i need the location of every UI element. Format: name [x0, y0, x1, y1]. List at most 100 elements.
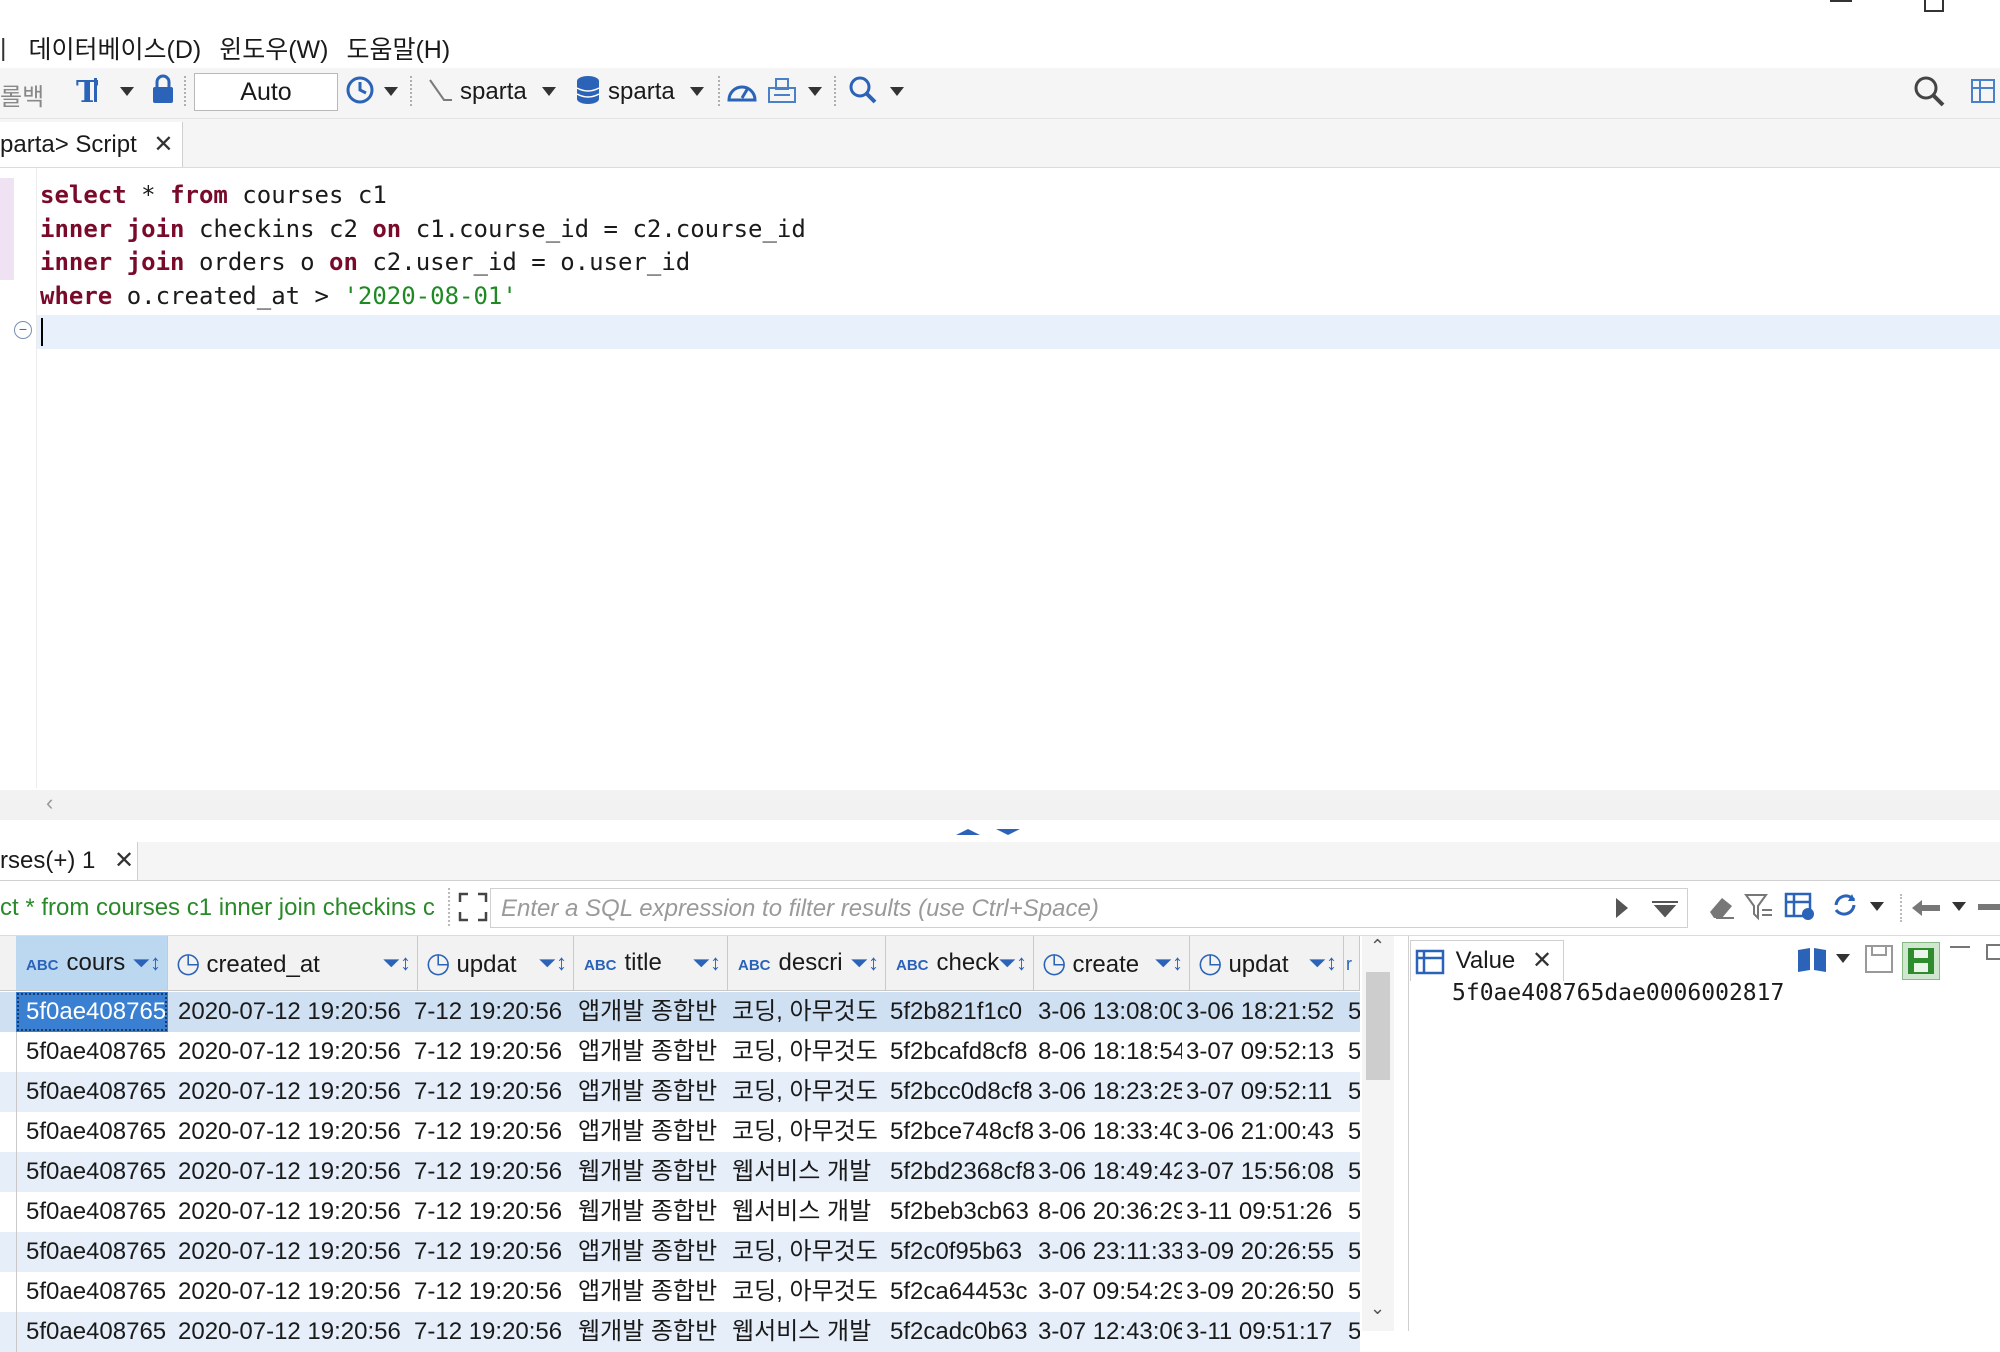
table-cell[interactable]: 5f0ae408765	[16, 992, 168, 1032]
table-row[interactable]: 5f0ae408765 2020-07-12 19:20:56 7-12 19:20…	[0, 1192, 1360, 1232]
table-cell[interactable]: 앱개발 종합반	[574, 1072, 728, 1112]
transaction-log-icon[interactable]	[766, 76, 798, 106]
filter-sort-icon[interactable]: ⏷↕	[538, 936, 567, 990]
table-cell[interactable]: 웹개발 종합반	[574, 1152, 728, 1192]
table-cell[interactable]: 7-12 19:20:56	[410, 1232, 574, 1272]
table-cell[interactable]: 코딩, 아무것도	[728, 1272, 886, 1312]
table-cell[interactable]: 7-12 19:20:56	[410, 992, 574, 1032]
table-cell[interactable]: 앱개발 종합반	[574, 1032, 728, 1072]
table-cell[interactable]: 5f0ae408765	[16, 1112, 168, 1152]
table-cell[interactable]: 7-12 19:20:56	[410, 1192, 574, 1232]
save-file-icon[interactable]	[1864, 944, 1894, 974]
table-cell[interactable]: 5	[1344, 1072, 1360, 1112]
eraser-icon[interactable]	[1706, 892, 1736, 922]
table-cell[interactable]: 3-06 18:21:52	[1182, 992, 1344, 1032]
table-cell[interactable]: 2020-07-12 19:20:56	[168, 992, 410, 1032]
table-cell[interactable]: 5	[1344, 1312, 1360, 1352]
row-header[interactable]	[0, 1192, 17, 1232]
table-cell[interactable]: 3-06 18:49:42	[1034, 1152, 1182, 1192]
table-cell[interactable]: 3-07 09:52:11	[1182, 1072, 1344, 1112]
table-row[interactable]: 5f0ae408765 2020-07-12 19:20:56 7-12 19:20…	[0, 992, 1360, 1032]
table-cell[interactable]: 7-12 19:20:56	[410, 1072, 574, 1112]
back-icon[interactable]	[1910, 896, 1944, 920]
table-cell[interactable]: 5	[1344, 1272, 1360, 1312]
scroll-thumb[interactable]	[1366, 972, 1390, 1080]
table-cell[interactable]: 2020-07-12 19:20:56	[168, 1152, 410, 1192]
tab-script[interactable]: parta> Script ✕	[0, 122, 183, 167]
row-header[interactable]	[0, 1272, 17, 1312]
table-cell[interactable]: 5f2bd2368cf8	[886, 1152, 1034, 1192]
database-icon[interactable]	[574, 74, 602, 106]
auto-apply-button[interactable]	[1902, 942, 1940, 980]
content-viewer-icon[interactable]	[1796, 944, 1828, 974]
table-row[interactable]: 5f0ae408765 2020-07-12 19:20:56 7-12 19:20…	[0, 1072, 1360, 1112]
table-cell[interactable]: 5	[1344, 992, 1360, 1032]
table-cell[interactable]: 코딩, 아무것도	[728, 1112, 886, 1152]
table-cell[interactable]: 5f2bce748cf8	[886, 1112, 1034, 1152]
close-icon[interactable]: ✕	[1532, 947, 1552, 974]
table-cell[interactable]: 웹개발 종합반	[574, 1192, 728, 1232]
table-cell[interactable]: 8-06 20:36:29	[1034, 1192, 1182, 1232]
table-cell[interactable]: 2020-07-12 19:20:56	[168, 1112, 410, 1152]
table-cell[interactable]: 3-07 09:54:29	[1034, 1272, 1182, 1312]
menu-item-database[interactable]: 데이터베이스(D)	[29, 30, 202, 66]
table-row[interactable]: 5f0ae408765 2020-07-12 19:20:56 7-12 19:20…	[0, 1112, 1360, 1152]
table-cell[interactable]: 3-06 21:00:43	[1182, 1112, 1344, 1152]
column-header[interactable]: ABC title ⏷↕	[574, 936, 728, 990]
menu-item-window[interactable]: 윈도우(W)	[219, 30, 328, 66]
filter-sort-icon[interactable]: ⏷↕	[850, 936, 879, 990]
table-cell[interactable]: 3-11 09:51:17	[1182, 1312, 1344, 1352]
transaction-mode-icon[interactable]: T	[74, 74, 104, 106]
filter-input[interactable]: Enter a SQL expression to filter results…	[490, 888, 1688, 928]
column-header[interactable]: ABC cours ⏷↕	[16, 936, 168, 990]
filter-sort-icon[interactable]: ⏷↕	[132, 936, 161, 990]
chevron-down-icon[interactable]	[690, 87, 704, 96]
scroll-up-icon[interactable]: ⌃	[1370, 936, 1385, 957]
column-header[interactable]: r	[1344, 936, 1360, 990]
table-cell[interactable]: 앱개발 종합반	[574, 1272, 728, 1312]
minimize-panel-button[interactable]	[1950, 946, 1970, 948]
table-cell[interactable]: 2020-07-12 19:20:56	[168, 1032, 410, 1072]
table-cell[interactable]: 3-07 12:43:06	[1034, 1312, 1182, 1352]
table-cell[interactable]: 코딩, 아무것도	[728, 1072, 886, 1112]
table-cell[interactable]: 5	[1344, 1232, 1360, 1272]
table-row[interactable]: 5f0ae408765 2020-07-12 19:20:56 7-12 19:20…	[0, 1312, 1360, 1352]
forward-icon[interactable]	[1978, 904, 2000, 910]
tab-value[interactable]: Value ✕	[1410, 940, 1564, 981]
chevron-down-icon[interactable]	[384, 87, 398, 96]
fold-icon[interactable]: −	[14, 321, 32, 339]
table-cell[interactable]: 5f0ae408765	[16, 1312, 168, 1352]
column-header[interactable]: ◷ created_at ⏷↕	[168, 936, 418, 990]
table-cell[interactable]: 5f2cadc0b63	[886, 1312, 1034, 1352]
menu-item-help[interactable]: 도움말(H)	[346, 30, 450, 66]
column-header[interactable]: ◷ updat ⏷↕	[1190, 936, 1344, 990]
table-cell[interactable]: 앱개발 종합반	[574, 992, 728, 1032]
chevron-down-icon[interactable]	[542, 87, 556, 96]
row-header[interactable]	[0, 1072, 17, 1112]
rollback-button[interactable]: 롤백	[0, 77, 44, 112]
chevron-down-icon[interactable]	[1836, 954, 1850, 963]
table-cell[interactable]: 3-06 18:23:25	[1034, 1072, 1182, 1112]
restore-button[interactable]	[1924, 0, 1944, 12]
table-cell[interactable]: 5f2b821f1c0	[886, 992, 1034, 1032]
filter-history-icon[interactable]	[1650, 900, 1680, 920]
column-header[interactable]: ◷ updat ⏷↕	[418, 936, 574, 990]
table-cell[interactable]: 2020-07-12 19:20:56	[168, 1272, 410, 1312]
row-header[interactable]	[0, 1232, 17, 1272]
table-cell[interactable]: 5	[1344, 1152, 1360, 1192]
panel-splitter[interactable]	[0, 820, 2000, 842]
table-cell[interactable]: 3-06 23:11:33	[1034, 1232, 1182, 1272]
refresh-icon[interactable]	[1830, 890, 1860, 920]
row-header[interactable]	[0, 1032, 17, 1072]
table-cell[interactable]: 5f0ae408765	[16, 1152, 168, 1192]
schema-label[interactable]: sparta	[608, 78, 675, 106]
apply-filter-icon[interactable]	[1614, 896, 1630, 920]
filter-settings-icon[interactable]	[1744, 892, 1774, 922]
table-row[interactable]: 5f0ae408765 2020-07-12 19:20:56 7-12 19:20…	[0, 1032, 1360, 1072]
table-cell[interactable]: 5	[1344, 1032, 1360, 1072]
table-cell[interactable]: 5f2bcafd8cf8	[886, 1032, 1034, 1072]
filter-sort-icon[interactable]: ⏷↕	[692, 936, 721, 990]
table-row[interactable]: 5f0ae408765 2020-07-12 19:20:56 7-12 19:20…	[0, 1152, 1360, 1192]
code-line[interactable]: select * from courses c1	[40, 178, 387, 212]
table-cell[interactable]: 2020-07-12 19:20:56	[168, 1072, 410, 1112]
